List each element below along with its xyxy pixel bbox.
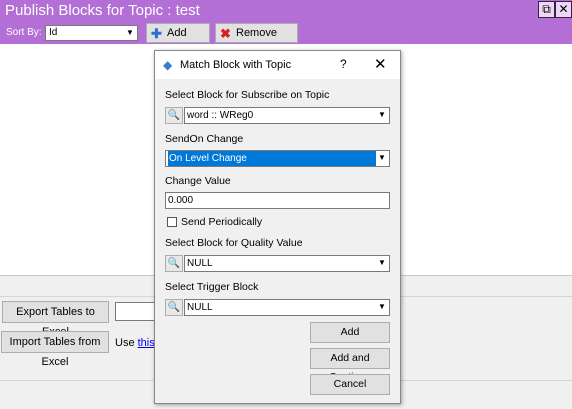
hint-prefix: Use	[115, 337, 138, 349]
sort-by-value: Id	[49, 27, 58, 38]
select-block-label: Select Block for Subscribe on Topic	[165, 89, 330, 101]
remove-entry-button[interactable]: ✖ Remove Entry	[215, 23, 298, 57]
add-and-continue-button[interactable]: Add and Continue	[310, 348, 390, 383]
change-value-input[interactable]: 0.000	[165, 192, 390, 209]
chevron-down-icon: ▼	[378, 258, 386, 267]
close-icon[interactable]: ✕	[374, 55, 387, 73]
close-icon[interactable]: ✕	[555, 1, 572, 18]
trigger-value: NULL	[187, 302, 213, 313]
dialog-titlebar: ◆ Match Block with Topic ? ✕	[155, 51, 400, 79]
cancel-button[interactable]: Cancel	[310, 374, 390, 395]
chevron-down-icon: ▼	[378, 302, 386, 311]
plus-icon: ✚	[151, 26, 162, 41]
window-title: Publish Blocks for Topic : test	[5, 2, 200, 19]
help-icon[interactable]: ?	[340, 57, 347, 71]
trigger-label: Select Trigger Block	[165, 281, 259, 293]
app-icon: ◆	[163, 58, 173, 72]
add-entry-button[interactable]: ✚ Add Entry	[146, 23, 210, 57]
export-excel-button[interactable]: Export Tables to Excel	[2, 301, 109, 338]
window-titlebar: Publish Blocks for Topic : test ⧉ ✕	[0, 0, 572, 22]
match-block-dialog: ◆ Match Block with Topic ? ✕ Select Bloc…	[154, 50, 401, 404]
quality-label: Select Block for Quality Value	[165, 237, 303, 249]
search-icon[interactable]: 🔍	[165, 255, 183, 272]
remove-icon: ✖	[220, 26, 231, 41]
template-link[interactable]: this	[138, 337, 155, 349]
search-icon[interactable]: 🔍	[165, 299, 183, 316]
sendon-combo[interactable]: On Level Change ▼	[165, 150, 390, 167]
restore-icon[interactable]: ⧉	[538, 1, 555, 18]
quality-value: NULL	[187, 258, 213, 269]
sort-by-label: Sort By:	[6, 27, 42, 38]
chevron-down-icon: ▼	[126, 28, 134, 37]
trigger-combo[interactable]: NULL ▼	[184, 299, 390, 316]
sendon-value: On Level Change	[168, 151, 376, 166]
send-periodically-checkbox[interactable]	[167, 217, 177, 227]
chevron-down-icon: ▼	[378, 110, 386, 119]
sendon-label: SendOn Change	[165, 133, 244, 145]
send-periodically-label: Send Periodically	[181, 216, 263, 228]
change-value-label: Change Value	[165, 175, 231, 187]
sort-by-select[interactable]: Id ▼	[45, 25, 138, 41]
import-excel-button[interactable]: Import Tables from Excel	[1, 331, 109, 368]
dialog-title: Match Block with Topic	[180, 59, 292, 71]
add-label: Add	[340, 326, 360, 338]
search-icon[interactable]: 🔍	[165, 107, 183, 124]
chevron-down-icon: ▼	[378, 153, 386, 162]
toolbar: Sort By: Id ▼ ✚ Add Entry ✖ Remove Entry	[0, 22, 572, 57]
quality-combo[interactable]: NULL ▼	[184, 255, 390, 272]
add-button[interactable]: Add	[310, 322, 390, 343]
select-block-value: word :: WReg0	[187, 110, 254, 121]
select-block-combo[interactable]: word :: WReg0 ▼	[184, 107, 390, 124]
cancel-label: Cancel	[333, 378, 367, 390]
